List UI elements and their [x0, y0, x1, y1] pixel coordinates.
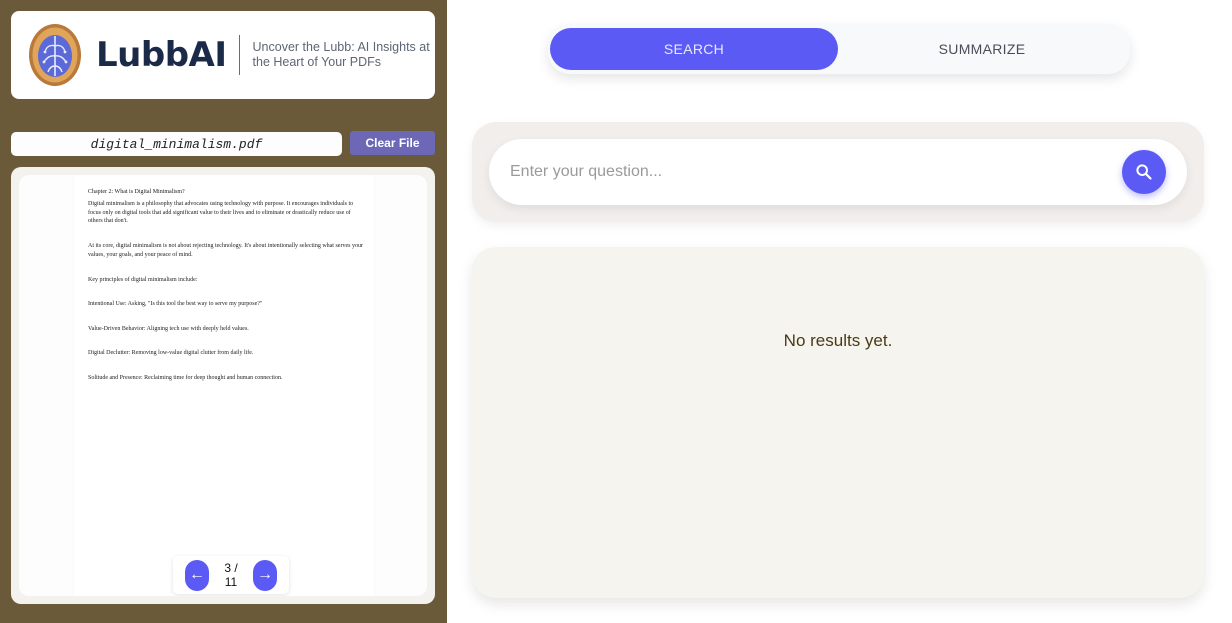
- sidebar: LubbAI Uncover the Lubb: AI Insights at …: [0, 0, 447, 623]
- results-empty-text: No results yet.: [783, 331, 893, 350]
- brand-tagline: Uncover the Lubb: AI Insights at the Hea…: [252, 40, 430, 69]
- pdf-heading: Chapter 2: What is Digital Minimalism?: [88, 189, 185, 195]
- question-input[interactable]: [489, 139, 1187, 205]
- page-counter: 3 / 11: [224, 561, 238, 589]
- brand-name: LubbAI: [96, 35, 227, 75]
- pdf-viewer: Chapter 2: What is Digital Minimalism? D…: [11, 167, 435, 604]
- brand-card: LubbAI Uncover the Lubb: AI Insights at …: [11, 11, 435, 99]
- prev-page-button[interactable]: ←: [185, 559, 209, 591]
- pdf-paragraph: Key principles of digital minimalism inc…: [88, 277, 198, 283]
- tab-search[interactable]: SEARCH: [550, 28, 838, 70]
- search-icon: [1136, 164, 1152, 180]
- pdf-page: Chapter 2: What is Digital Minimalism? D…: [74, 175, 374, 596]
- pdf-paragraph: Digital minimalism is a philosophy that …: [88, 201, 354, 225]
- arrow-left-icon: ←: [189, 566, 205, 583]
- pdf-paragraph: Intentional Use: Asking, "Is this tool t…: [88, 301, 263, 307]
- pdf-viewer-canvas[interactable]: Chapter 2: What is Digital Minimalism? D…: [19, 175, 427, 596]
- clear-file-button[interactable]: Clear File: [350, 131, 435, 155]
- tab-summarize[interactable]: SUMMARIZE: [838, 28, 1126, 70]
- walnut-brain-logo-icon: [29, 24, 81, 86]
- search-button[interactable]: [1122, 150, 1166, 194]
- pdf-paragraph: Digital Declutter: Removing low-value di…: [88, 350, 254, 356]
- search-panel: [472, 122, 1204, 222]
- pdf-paragraph: Value-Driven Behavior: Aligning tech use…: [88, 326, 249, 332]
- arrow-right-icon: →: [257, 566, 273, 583]
- next-page-button[interactable]: →: [253, 559, 277, 591]
- page-navigator: ← 3 / 11 →: [173, 556, 289, 594]
- mode-tabs: SEARCH SUMMARIZE: [548, 24, 1130, 74]
- pdf-paragraph: Solitude and Presence: Reclaiming time f…: [88, 375, 283, 381]
- brand-divider: [238, 35, 240, 75]
- pdf-paragraph: At its core, digital minimalism is not a…: [88, 243, 363, 258]
- file-name-display: digital_minimalism.pdf: [11, 132, 342, 156]
- results-panel: No results yet.: [472, 247, 1204, 598]
